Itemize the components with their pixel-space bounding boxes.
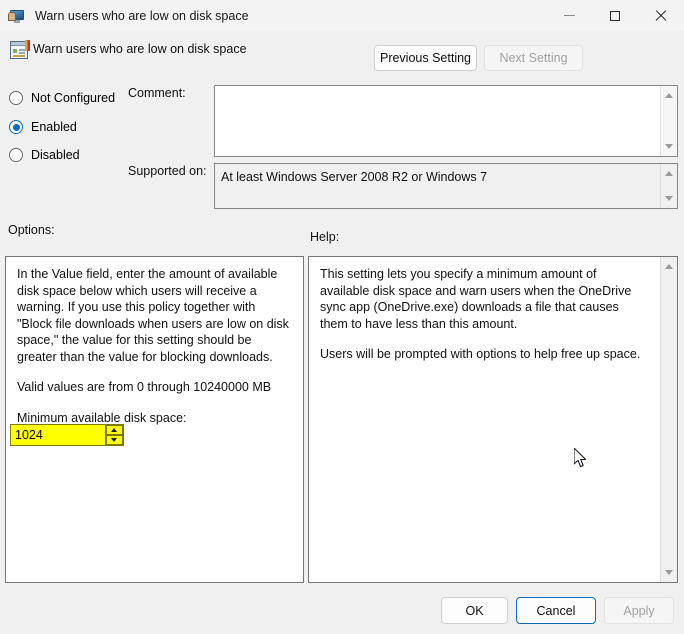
options-paragraph: Valid values are from 0 through 10240000… (17, 380, 272, 394)
radio-not-configured[interactable]: Not Configured (9, 89, 115, 107)
cancel-button[interactable]: Cancel (516, 597, 596, 624)
supported-on-label: Supported on: (128, 164, 207, 178)
title-bar: Warn users who are low on disk space (0, 0, 684, 31)
help-panel: This setting lets you specify a minimum … (308, 256, 678, 583)
comment-textbox[interactable] (214, 85, 678, 157)
options-text: In the Value field, enter the amount of … (6, 257, 303, 582)
maximize-icon (610, 10, 620, 21)
minimum-disk-space-input[interactable] (11, 427, 105, 443)
close-icon (655, 10, 667, 22)
help-text: This setting lets you specify a minimum … (309, 257, 660, 582)
setting-name: Warn users who are low on disk space (33, 42, 247, 56)
supported-on-value: At least Windows Server 2008 R2 or Windo… (221, 170, 488, 184)
next-setting-button[interactable]: Next Setting (484, 45, 583, 71)
maximize-button[interactable] (592, 0, 638, 31)
help-paragraph: Users will be prompted with options to h… (320, 347, 641, 361)
help-scrollbar[interactable] (660, 257, 677, 582)
scroll-up-icon[interactable] (664, 93, 673, 98)
window-title: Warn users who are low on disk space (35, 8, 249, 23)
close-button[interactable] (638, 0, 684, 31)
radio-label: Disabled (31, 148, 80, 162)
scroll-down-icon[interactable] (664, 570, 673, 575)
comment-label: Comment: (128, 86, 186, 100)
scroll-up-icon[interactable] (664, 171, 673, 176)
apply-button[interactable]: Apply (604, 597, 674, 624)
scroll-down-icon[interactable] (664, 144, 673, 149)
scroll-down-icon[interactable] (664, 196, 673, 201)
radio-label: Enabled (31, 120, 77, 134)
scroll-up-icon[interactable] (664, 264, 673, 269)
supported-on-scrollbar[interactable] (660, 164, 677, 208)
monitor-user-icon (8, 7, 26, 25)
radio-enabled[interactable]: Enabled (9, 118, 77, 136)
ok-button[interactable]: OK (441, 597, 508, 624)
stepper-buttons[interactable] (105, 425, 123, 445)
supported-on-textbox: At least Windows Server 2008 R2 or Windo… (214, 163, 678, 209)
minimize-button[interactable] (546, 0, 592, 31)
options-paragraph: In the Value field, enter the amount of … (17, 267, 289, 364)
radio-disabled[interactable]: Disabled (9, 146, 80, 164)
help-label: Help: (310, 230, 340, 244)
stepper-up-icon[interactable] (106, 425, 123, 435)
comment-value[interactable] (215, 86, 660, 156)
radio-circle (9, 148, 23, 162)
help-paragraph: This setting lets you specify a minimum … (320, 267, 632, 331)
stepper-down-icon[interactable] (106, 435, 123, 445)
options-panel: In the Value field, enter the amount of … (5, 256, 304, 583)
policy-flag-icon (25, 40, 30, 51)
comment-scrollbar[interactable] (660, 86, 677, 156)
window-controls (546, 0, 684, 31)
options-label: Options: (8, 223, 55, 237)
minimum-disk-space-stepper[interactable] (10, 424, 124, 446)
radio-circle (9, 91, 23, 105)
minimize-icon (563, 15, 575, 16)
radio-circle (9, 120, 23, 134)
radio-label: Not Configured (31, 91, 116, 105)
previous-setting-button[interactable]: Previous Setting (374, 45, 477, 71)
